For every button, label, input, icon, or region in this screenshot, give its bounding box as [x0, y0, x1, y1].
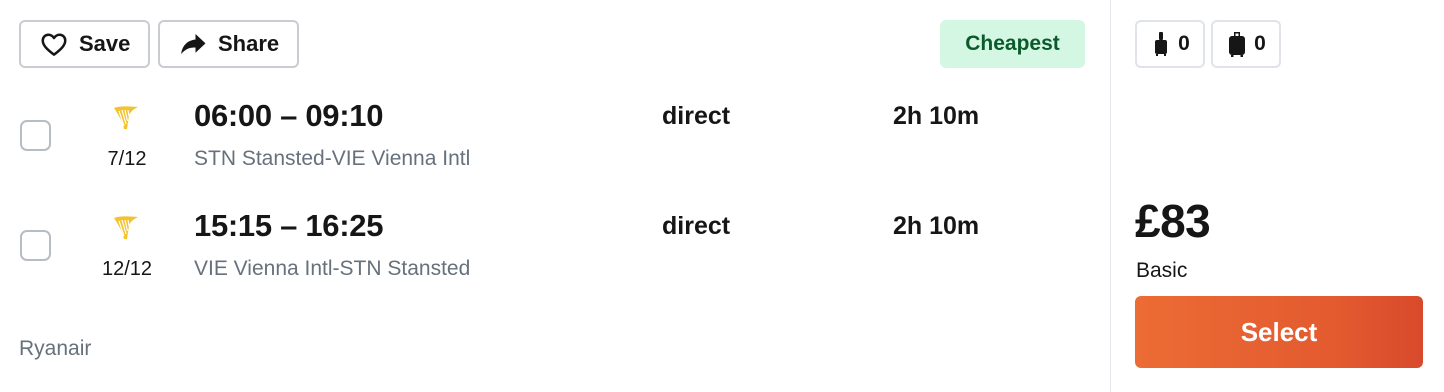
flight-segment-return: 12/12 15:15 – 16:25 VIE Vienna Intl-STN … [0, 204, 1100, 304]
share-arrow-icon [181, 34, 206, 54]
save-label: Save [79, 31, 131, 56]
fare-type: Basic [1136, 259, 1188, 282]
segment-checkbox[interactable] [20, 120, 51, 151]
segment-times: 06:00 – 09:10 [194, 98, 384, 133]
segment-stops: direct [662, 212, 731, 240]
segment-date: 12/12 [101, 258, 153, 280]
carrier-name: Ryanair [19, 337, 92, 360]
ryanair-harp-icon [114, 106, 138, 129]
heart-icon [41, 33, 67, 56]
cabin-bag-icon [1155, 32, 1168, 56]
cheapest-badge: Cheapest [940, 20, 1085, 68]
flight-result-card: Save Share Cheapest 7/12 06:00 – 09:10 S… [0, 0, 1444, 392]
flight-segment-outbound: 7/12 06:00 – 09:10 STN Stansted-VIE Vien… [0, 94, 1100, 194]
share-label: Share [218, 31, 280, 56]
segment-route: STN Stansted-VIE Vienna Intl [194, 147, 471, 170]
segment-route: VIE Vienna Intl-STN Stansted [194, 257, 471, 280]
segment-stops: direct [662, 102, 731, 130]
ryanair-harp-icon [114, 216, 138, 239]
share-button[interactable]: Share [158, 20, 299, 68]
segment-date: 7/12 [107, 148, 147, 170]
price-amount: £83 [1135, 195, 1211, 247]
save-button[interactable]: Save [19, 20, 150, 68]
checked-bag-icon [1229, 32, 1246, 57]
segment-duration: 2h 10m [893, 212, 980, 240]
checked-bag-chip[interactable]: 0 [1211, 20, 1281, 68]
column-divider [1110, 0, 1111, 392]
cabin-bag-count: 0 [1178, 32, 1190, 55]
cabin-bag-chip[interactable]: 0 [1135, 20, 1205, 68]
segment-checkbox[interactable] [20, 230, 51, 261]
checked-bag-count: 0 [1254, 32, 1266, 55]
segment-duration: 2h 10m [893, 102, 980, 130]
segment-times: 15:15 – 16:25 [194, 208, 384, 243]
select-button[interactable]: Select [1135, 296, 1423, 368]
